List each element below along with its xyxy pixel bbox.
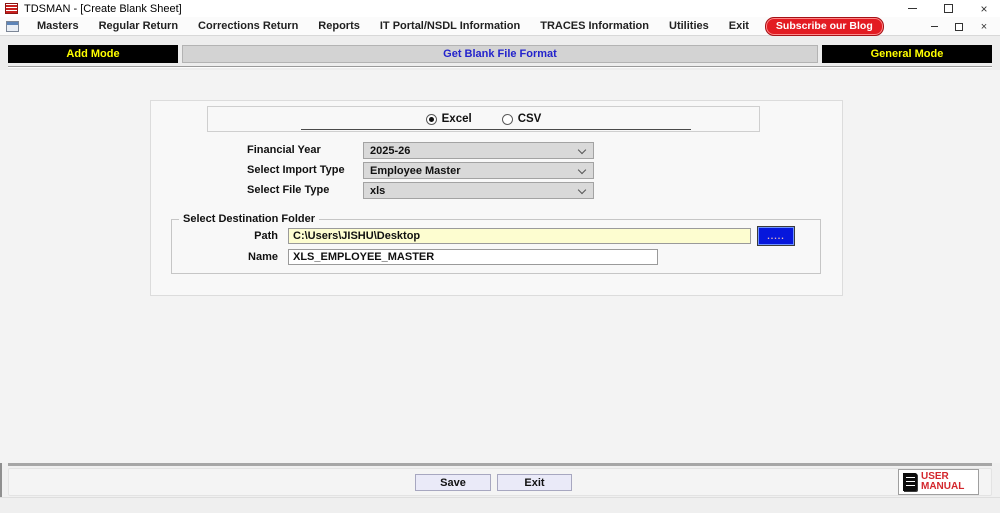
restore-button[interactable] [942,3,954,15]
radio-csv[interactable]: CSV [501,113,542,125]
mdi-window-icon [6,20,19,32]
file-type-row: Select File Type xls [151,182,842,199]
file-name-input[interactable] [288,249,658,265]
menu-utilities[interactable]: Utilities [659,17,719,36]
path-label: Path [254,230,278,242]
app-icon [5,3,18,14]
file-type-select[interactable]: xls [363,182,594,199]
user-manual-button[interactable]: USER MANUAL [898,469,979,495]
radio-excel[interactable]: Excel [425,113,472,125]
subscribe-blog-button[interactable]: Subscribe our Blog [764,16,884,36]
user-manual-label: USER MANUAL [921,472,964,492]
destination-group-label: Select Destination Folder [179,213,320,225]
general-mode-button[interactable]: General Mode [822,45,992,63]
mdi-restore-icon [955,22,963,31]
import-type-label: Select Import Type [247,164,345,176]
financial-year-value: 2025-26 [370,144,411,157]
radio-excel-label: Excel [441,113,472,125]
menu-regular-return[interactable]: Regular Return [89,17,188,36]
save-button[interactable]: Save [415,474,491,491]
mdi-minimize-button[interactable] [928,21,940,33]
radio-underline [301,129,691,130]
menu-corrections-return[interactable]: Corrections Return [188,17,308,36]
mdi-minimize-icon [930,26,938,27]
mdi-close-button[interactable]: × [978,21,990,33]
import-type-row: Select Import Type Employee Master [151,162,842,179]
financial-year-label: Financial Year [247,144,321,156]
title-bar: TDSMAN - [Create Blank Sheet] × [0,0,1000,17]
menu-traces-information[interactable]: TRACES Information [530,17,659,36]
footer-divider [8,463,992,466]
window-controls: × [906,0,990,17]
file-type-label: Select File Type [247,184,330,196]
path-input[interactable] [288,228,751,244]
format-selector: Excel CSV [207,106,760,132]
menu-exit[interactable]: Exit [719,17,759,36]
chevron-down-icon [577,165,587,175]
menu-it-portal-nsdl[interactable]: IT Portal/NSDL Information [370,17,530,36]
menu-reports[interactable]: Reports [308,17,370,36]
book-icon [903,473,917,491]
footer: Save Exit USER MANUAL [0,467,1000,497]
menu-bar: Masters Regular Return Corrections Retur… [0,16,1000,36]
minimize-button[interactable] [906,3,918,15]
file-name-label: Name [248,251,278,263]
browse-button[interactable]: ..... [757,226,795,246]
mode-bar-divider [8,66,992,68]
radio-csv-label: CSV [517,113,542,125]
chevron-down-icon [577,185,587,195]
import-type-select[interactable]: Employee Master [363,162,594,179]
add-mode-button[interactable]: Add Mode [8,45,178,63]
close-button[interactable]: × [978,3,990,15]
app-window: TDSMAN - [Create Blank Sheet] × Masters … [0,0,1000,513]
radio-excel-circle[interactable] [425,113,437,125]
mdi-window-controls: × [928,17,990,36]
destination-folder-group: Select Destination Folder Path ..... Nam… [171,213,821,274]
financial-year-select[interactable]: 2025-26 [363,142,594,159]
mode-bar: Add Mode Get Blank File Format General M… [0,36,1000,70]
menu-masters[interactable]: Masters [27,17,89,36]
page-title: Get Blank File Format [182,45,818,63]
file-type-value: xls [370,184,386,197]
user-manual-line2: MANUAL [921,481,965,492]
window-title: TDSMAN - [Create Blank Sheet] [24,2,182,15]
mdi-restore-button[interactable] [953,21,965,33]
radio-csv-circle[interactable] [501,113,513,125]
form-panel: Excel CSV Financial Year 2025-26 Select … [150,100,843,296]
restore-icon [943,4,953,13]
financial-year-row: Financial Year 2025-26 [151,142,842,159]
minimize-icon [907,8,917,9]
content-area: Excel CSV Financial Year 2025-26 Select … [0,70,1000,463]
chevron-down-icon [577,145,587,155]
import-type-value: Employee Master [370,164,461,177]
exit-button[interactable]: Exit [497,474,572,491]
status-strip [0,497,1000,513]
